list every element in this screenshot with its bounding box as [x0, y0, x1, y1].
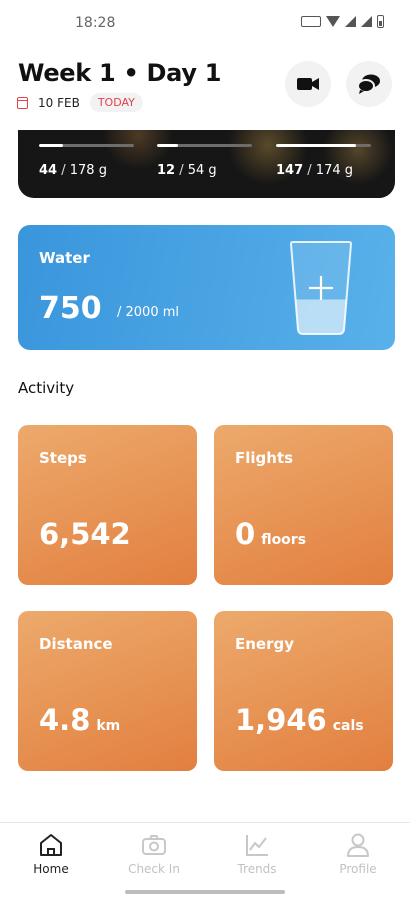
calendar-icon — [17, 96, 28, 109]
camera-icon — [142, 835, 166, 855]
energy-value-row: 1,946 cals — [235, 703, 364, 737]
date-text: 10 FEB — [38, 95, 80, 110]
flights-unit: floors — [261, 532, 307, 548]
steps-value: 6,542 — [39, 517, 131, 551]
person-icon — [347, 833, 369, 857]
macro-carbs: 147 / 174 g — [276, 144, 371, 178]
nav-trends[interactable]: Trends — [217, 831, 297, 876]
nav-home-label: Home — [33, 862, 69, 876]
page-title: Week 1 • Day 1 — [18, 59, 222, 87]
macro-protein: 44 / 178 g — [39, 144, 134, 178]
chat-button[interactable] — [346, 61, 392, 107]
nav-checkin[interactable]: Check In — [114, 831, 194, 876]
activity-title: Activity — [18, 379, 75, 397]
battery-icon — [377, 15, 384, 28]
flights-value: 0 — [235, 517, 256, 551]
energy-card[interactable]: Energy 1,946 cals — [214, 611, 393, 771]
home-indicator — [125, 890, 285, 894]
macro-value: 44 / 178 g — [39, 163, 107, 178]
nav-profile[interactable]: Profile — [318, 831, 398, 876]
water-glass-icon[interactable] — [289, 240, 353, 336]
macro-progress-fill — [276, 144, 356, 147]
energy-unit: cals — [332, 718, 364, 734]
bottom-nav: Home Check In Trends Profile — [0, 822, 410, 900]
distance-label: Distance — [39, 635, 113, 653]
macro-value: 147 / 174 g — [276, 163, 353, 178]
nav-home[interactable]: Home — [11, 831, 91, 876]
water-card[interactable]: Water 750 / 2000 ml — [18, 225, 395, 350]
flights-card[interactable]: Flights 0 floors — [214, 425, 393, 585]
status-time: 18:28 — [75, 15, 116, 31]
steps-card[interactable]: Steps 6,542 — [18, 425, 197, 585]
macro-progress-fill — [157, 144, 178, 147]
water-label: Water — [39, 249, 90, 267]
energy-value: 1,946 — [235, 703, 327, 737]
video-button[interactable] — [285, 61, 331, 107]
status-icons — [301, 15, 384, 28]
flights-value-row: 0 floors — [235, 517, 306, 551]
network-icon — [301, 16, 321, 27]
distance-value: 4.8 — [39, 703, 91, 737]
steps-label: Steps — [39, 449, 87, 467]
chart-line-icon — [246, 835, 268, 856]
nav-checkin-label: Check In — [128, 862, 180, 876]
status-bar: 18:28 — [0, 0, 410, 44]
distance-unit: km — [96, 718, 121, 734]
energy-label: Energy — [235, 635, 295, 653]
macros-card[interactable]: 44 / 178 g 12 / 54 g 147 / 174 g — [18, 130, 395, 198]
signal-icon-2 — [361, 16, 372, 27]
today-badge: TODAY — [89, 93, 143, 112]
flights-label: Flights — [235, 449, 294, 467]
signal-icon — [345, 16, 356, 27]
steps-value-row: 6,542 — [39, 517, 137, 551]
chat-bubbles-icon — [357, 74, 380, 94]
distance-card[interactable]: Distance 4.8 km — [18, 611, 197, 771]
water-glass-fill — [295, 299, 347, 334]
water-amount: 750 — [39, 291, 102, 326]
wifi-icon — [326, 16, 340, 27]
home-icon — [40, 834, 62, 856]
macro-fat: 12 / 54 g — [157, 144, 252, 178]
macro-progress-bar — [157, 144, 252, 147]
nav-profile-label: Profile — [339, 862, 377, 876]
macro-progress-bar — [276, 144, 371, 147]
date-row: 10 FEB TODAY — [17, 93, 143, 112]
video-camera-icon — [297, 78, 319, 90]
water-goal: / 2000 ml — [117, 305, 180, 320]
macro-value: 12 / 54 g — [157, 163, 217, 178]
distance-value-row: 4.8 km — [39, 703, 120, 737]
macro-progress-bar — [39, 144, 134, 147]
macro-progress-fill — [39, 144, 63, 147]
nav-trends-label: Trends — [237, 862, 277, 876]
